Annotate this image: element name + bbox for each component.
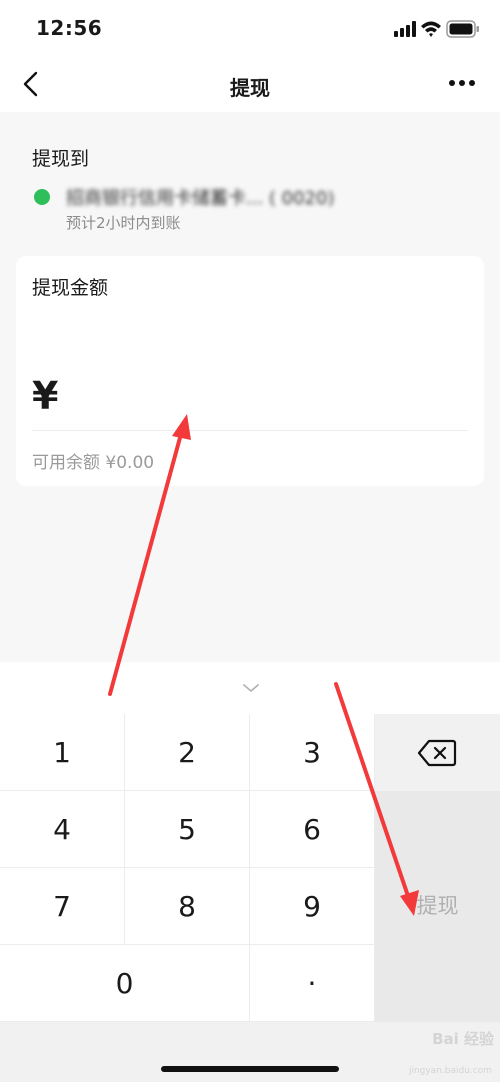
withdraw-to-label: 提现到 (32, 148, 90, 170)
key-2[interactable]: 2 (125, 714, 250, 791)
divider (32, 430, 468, 431)
backspace-icon (417, 739, 457, 767)
key-3[interactable]: 3 (250, 714, 375, 791)
key-decimal[interactable]: · (250, 945, 375, 1022)
arrival-time-hint: 预计2小时内到账 (66, 214, 181, 232)
key-4[interactable]: 4 (0, 791, 125, 868)
nav-bar: 提现 (0, 56, 500, 112)
bank-card-name: 招商银行信用卡储蓄卡... ( 0020) (66, 188, 335, 209)
withdraw-amount-card: 提现金额 ¥ 可用余额 ¥0.00 (16, 256, 484, 486)
key-9[interactable]: 9 (250, 868, 375, 945)
cellular-signal-icon (394, 21, 416, 37)
backspace-key[interactable] (375, 714, 500, 791)
currency-symbol: ¥ (32, 374, 59, 418)
key-7[interactable]: 7 (0, 868, 125, 945)
chevron-down-icon (243, 684, 259, 692)
page-title: 提现 (230, 76, 270, 100)
key-6[interactable]: 6 (250, 791, 375, 868)
home-indicator[interactable] (161, 1066, 339, 1072)
withdraw-submit-button[interactable]: 提现 (375, 791, 500, 1022)
keyboard-collapse-button[interactable] (0, 662, 500, 714)
status-bar: 12:56 (0, 0, 500, 56)
amount-input[interactable] (72, 368, 462, 424)
status-time: 12:56 (36, 16, 103, 40)
battery-icon (446, 20, 479, 38)
numeric-keyboard: 1 2 3 4 5 6 7 8 9 0 · 提现 (0, 714, 500, 1022)
withdraw-amount-label: 提现金额 (32, 277, 109, 299)
available-balance: 可用余额 ¥0.00 (32, 453, 155, 473)
key-0[interactable]: 0 (0, 945, 250, 1022)
key-1[interactable]: 1 (0, 714, 125, 791)
more-options-icon[interactable] (448, 78, 476, 88)
baidu-watermark-url: jingyan.baidu.com (408, 1066, 492, 1076)
bank-card-selector[interactable]: 招商银行信用卡储蓄卡... ( 0020) (32, 182, 462, 210)
wifi-icon (421, 21, 441, 37)
key-5[interactable]: 5 (125, 791, 250, 868)
bank-logo-icon (34, 189, 50, 205)
key-8[interactable]: 8 (125, 868, 250, 945)
baidu-watermark: Bai 经验 (432, 1030, 494, 1048)
